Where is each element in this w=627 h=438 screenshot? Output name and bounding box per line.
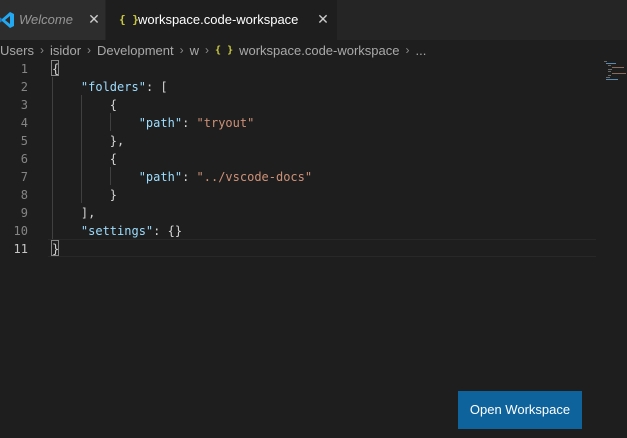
code-line: } [52,186,117,204]
code-editor[interactable]: 1 2 3 4 5 6 7 8 9 10 11 { "folders": [ { "path": "… [0,59,627,438]
chevron-right-icon: › [405,43,410,57]
code-line: { [52,150,117,168]
close-icon[interactable]: ✕ [315,11,331,27]
breadcrumb-item-users[interactable]: Users [0,43,34,58]
json-braces-icon: { } [215,44,234,56]
json-punctuation: : [182,170,197,184]
editor-tab-bar: Welcome ✕ { } workspace.code-workspace ✕ [0,0,627,40]
bracket-match-highlight [51,240,59,256]
indent-guide [110,167,111,185]
line-number: 2 [20,80,28,94]
json-key: "path" [138,116,183,130]
close-icon[interactable]: ✕ [86,11,102,27]
vscode-window: Welcome ✕ { } workspace.code-workspace ✕… [0,0,627,438]
indent-guide [110,113,111,131]
json-punctuation: } [52,188,118,202]
indent-guide [52,77,53,239]
breadcrumb-item-w[interactable]: w [190,43,199,58]
current-line-highlight [48,239,596,257]
line-number: 10 [13,224,28,238]
line-number: 5 [20,134,28,148]
json-key: "path" [138,170,183,184]
indent-guide [81,95,82,203]
code-line: "path": "../vscode-docs" [52,168,312,186]
code-line: }, [52,132,124,150]
json-string: "../vscode-docs" [196,170,313,184]
tab-workspace-file[interactable]: { } workspace.code-workspace ✕ [106,0,337,40]
json-string: "tryout" [196,116,255,130]
line-number: 1 [20,62,28,76]
breadcrumb-item-development[interactable]: Development [97,43,174,58]
json-punctuation: { [52,152,118,166]
code-line: "settings": {} [52,222,182,240]
minimap[interactable] [602,61,626,83]
json-punctuation [52,80,81,94]
json-key: "settings" [80,224,154,238]
code-line: ], [52,204,95,222]
json-punctuation: ], [52,206,96,220]
code-line: "folders": [ [52,78,168,96]
bracket-match-highlight [51,60,59,76]
json-punctuation [52,224,81,238]
line-number: 8 [20,188,28,202]
line-number: 3 [20,98,28,112]
chevron-right-icon: › [87,43,92,57]
breadcrumb: Users › isidor › Development › w › { } w… [0,40,627,60]
json-punctuation [52,116,139,130]
json-key: "folders" [80,80,146,94]
json-punctuation: }, [52,134,125,148]
line-number: 4 [20,116,28,130]
tab-welcome[interactable]: Welcome ✕ [0,0,106,40]
breadcrumb-item-isidor[interactable]: isidor [50,43,81,58]
json-punctuation: : [182,116,197,130]
code-line: { [52,96,117,114]
json-punctuation: : {} [153,224,183,238]
json-punctuation [52,170,139,184]
chevron-right-icon: › [39,43,44,57]
line-number: 11 [13,242,28,256]
json-punctuation: { [52,98,118,112]
vscode-logo-icon [0,12,14,28]
json-braces-icon: { } [119,13,139,26]
breadcrumb-item-file[interactable]: workspace.code-workspace [239,43,399,58]
open-workspace-button[interactable]: Open Workspace [458,391,582,429]
breadcrumb-item-more[interactable]: ... [416,43,427,58]
tab-workspace-label: workspace.code-workspace [138,12,299,27]
json-punctuation: : [ [145,80,168,94]
line-number: 9 [20,206,28,220]
line-number: 6 [20,152,28,166]
tab-welcome-label: Welcome [19,12,73,27]
chevron-right-icon: › [205,43,210,57]
code-line: "path": "tryout" [52,114,255,132]
line-number: 7 [20,170,28,184]
chevron-right-icon: › [179,43,184,57]
